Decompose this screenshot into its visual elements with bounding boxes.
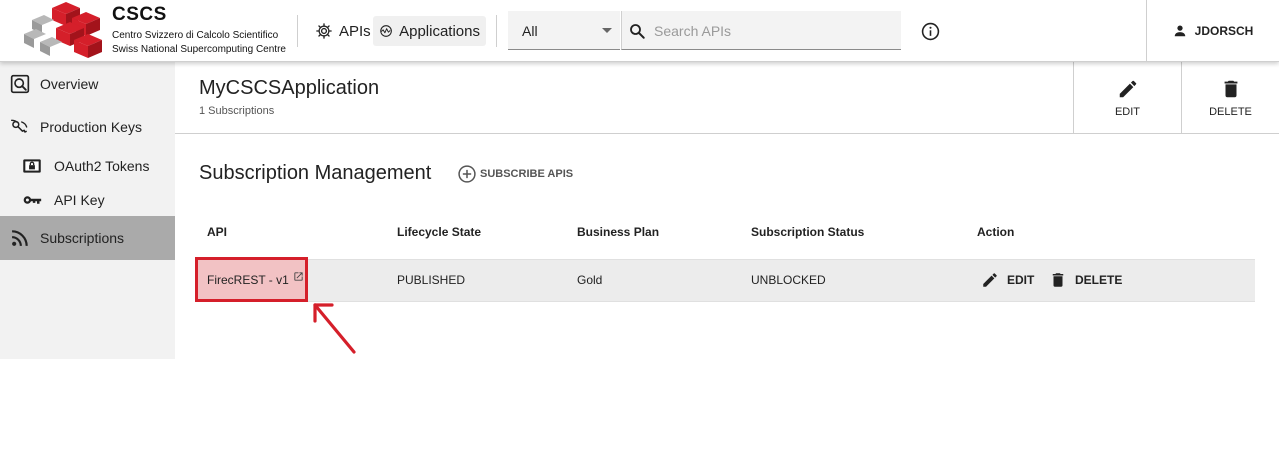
nav-applications-label: Applications: [399, 22, 480, 40]
sidebar-item-api-key[interactable]: API Key: [0, 184, 175, 216]
search-scope-value: All: [522, 23, 538, 39]
annotation-arrow-icon: [313, 303, 356, 354]
sidebar-item-label: Overview: [40, 76, 99, 92]
edit-application-button[interactable]: EDIT: [1073, 62, 1181, 133]
add-circle-icon: [458, 165, 476, 183]
lock-icon: [23, 159, 41, 173]
gear-icon: [316, 23, 332, 39]
subscribe-apis-button[interactable]: SUBSCRIBE APIS: [457, 164, 573, 184]
pencil-icon: [983, 273, 997, 287]
sidebar-item-overview[interactable]: Overview: [0, 62, 175, 106]
search-box: [621, 11, 901, 50]
section-title: Subscription Management: [199, 162, 432, 184]
api-name: FirecREST - v1: [207, 272, 289, 287]
overview-icon: [10, 74, 30, 94]
business-plan: Gold: [577, 273, 603, 287]
page: CSCS Centro Svizzero di Calcolo Scientif…: [0, 0, 1279, 452]
sidebar-item-label: API Key: [54, 192, 105, 208]
sidebar-item-label: OAuth2 Tokens: [54, 158, 150, 174]
header-divider: [297, 15, 298, 47]
sidebar-item-production-keys[interactable]: Production Keys: [0, 106, 175, 148]
application-subscription-count: 1 Subscriptions: [199, 105, 275, 117]
key-icon: [23, 196, 42, 204]
sidebar: Overview Production Keys OAuth2 Tokens A…: [0, 62, 175, 359]
info-icon[interactable]: [921, 22, 940, 41]
external-link-icon: [294, 272, 303, 281]
search-input[interactable]: [654, 19, 894, 43]
brand-title: CSCS: [112, 4, 167, 25]
brand-subtitle-en: Swiss National Supercomputing Centre: [112, 44, 286, 55]
delete-application-button[interactable]: DELETE: [1181, 62, 1279, 133]
delete-subscription-button[interactable]: DELETE: [1049, 271, 1122, 289]
column-header-api[interactable]: API: [207, 225, 227, 239]
rss-icon: [11, 230, 28, 247]
sidebar-item-subscriptions[interactable]: Subscriptions: [0, 216, 175, 260]
brand-subtitle-it: Centro Svizzero di Calcolo Scientifico: [112, 30, 279, 41]
user-name: JDORSCH: [1194, 24, 1254, 38]
nav-apis-label: APIs: [339, 22, 371, 40]
lifecycle-state: PUBLISHED: [397, 273, 466, 287]
sidebar-item-oauth2-tokens[interactable]: OAuth2 Tokens: [0, 148, 175, 184]
subscribe-apis-label: SUBSCRIBE APIS: [480, 168, 574, 180]
edit-label: EDIT: [1114, 105, 1141, 118]
application-title: MyCSCSApplication: [199, 77, 380, 99]
search-icon: [630, 24, 645, 39]
search-scope-select[interactable]: All: [508, 11, 620, 50]
column-header-status[interactable]: Subscription Status: [751, 225, 864, 239]
nav-applications-button[interactable]: Applications: [373, 16, 486, 46]
applications-icon: [380, 25, 392, 37]
cscs-logo-icon[interactable]: [22, 2, 112, 58]
column-header-action: Action: [977, 225, 1015, 239]
pencil-icon: [1119, 80, 1136, 97]
top-header: CSCS Centro Svizzero di Calcolo Scientif…: [0, 0, 1279, 62]
subscription-status: UNBLOCKED: [751, 273, 826, 287]
edit-subscription-button[interactable]: EDIT: [981, 271, 1034, 289]
api-link-firecrest[interactable]: FirecREST - v1: [195, 257, 308, 302]
sidebar-item-label: Subscriptions: [40, 230, 125, 246]
caret-down-icon: [602, 28, 612, 33]
column-header-plan[interactable]: Business Plan: [577, 225, 659, 239]
application-header: MyCSCSApplication 1 Subscriptions EDIT D…: [175, 62, 1279, 134]
trash-icon: [1052, 273, 1064, 287]
edit-label: EDIT: [1007, 273, 1035, 287]
nav-apis-button[interactable]: APIs: [309, 16, 377, 46]
delete-label: DELETE: [1075, 273, 1123, 287]
delete-label: DELETE: [1209, 105, 1252, 118]
keys-icon: [11, 119, 28, 133]
person-icon: [1174, 25, 1185, 37]
sidebar-item-label: Production Keys: [40, 119, 142, 135]
trash-icon: [1224, 80, 1237, 97]
header-divider: [496, 15, 497, 47]
column-header-lifecycle[interactable]: Lifecycle State: [397, 225, 481, 239]
user-menu-button[interactable]: JDORSCH: [1146, 0, 1279, 62]
